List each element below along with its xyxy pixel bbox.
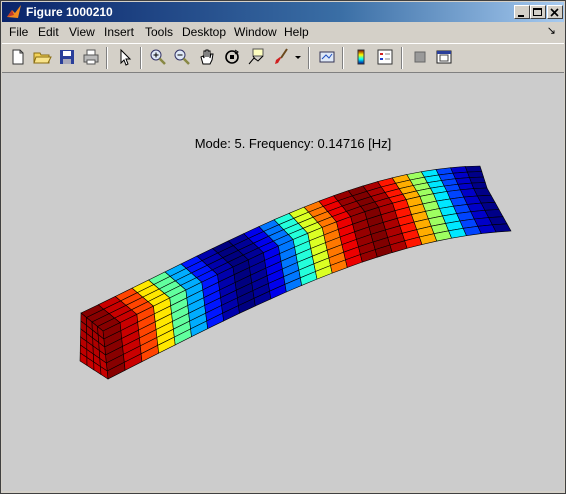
brush-dropdown-icon[interactable]	[293, 47, 303, 67]
pan-hand-icon[interactable]	[197, 47, 217, 67]
toolbar-separator	[401, 47, 403, 69]
zoom-out-icon[interactable]	[172, 47, 192, 67]
legend-icon[interactable]	[375, 47, 395, 67]
minimize-icon	[518, 15, 524, 17]
toolbar-separator	[106, 47, 108, 69]
matlab-logo-icon	[7, 5, 21, 18]
zoom-in-icon[interactable]	[148, 47, 168, 67]
link-plot-icon[interactable]	[317, 47, 337, 67]
menu-help[interactable]: Help	[284, 25, 309, 39]
select-arrow-icon[interactable]	[115, 47, 135, 67]
show-plot-tools-icon[interactable]	[434, 47, 454, 67]
close-icon	[550, 8, 559, 17]
menu-tools[interactable]: Tools	[145, 25, 173, 39]
maximize-icon	[533, 8, 542, 16]
print-icon[interactable]	[81, 47, 101, 67]
menu-view[interactable]: View	[69, 25, 95, 39]
figure-window: Figure 1000210 File Edit View Insert Too…	[0, 0, 566, 494]
menu-edit[interactable]: Edit	[38, 25, 59, 39]
mesh-element	[488, 216, 508, 226]
mesh-element	[469, 176, 486, 184]
minimize-button[interactable]	[514, 5, 530, 19]
toolbar-separator	[308, 47, 310, 69]
menu-bar: File Edit View Insert Tools Desktop Wind…	[2, 22, 564, 42]
new-figure-icon[interactable]	[8, 47, 28, 67]
menu-window[interactable]: Window	[234, 25, 277, 39]
mesh-element	[491, 223, 512, 233]
hide-plot-tools-icon[interactable]	[410, 47, 430, 67]
brush-icon[interactable]	[272, 47, 292, 67]
figure-toolbar	[2, 43, 564, 73]
maximize-button[interactable]	[530, 5, 546, 19]
open-file-icon[interactable]	[32, 47, 52, 67]
menu-file[interactable]: File	[9, 25, 28, 39]
mesh-element	[464, 165, 483, 173]
beam-mode-shape-plot	[79, 165, 512, 380]
close-button[interactable]	[547, 5, 563, 19]
figure-canvas[interactable]: Mode: 5. Frequency: 0.14716 [Hz]	[2, 73, 564, 491]
data-cursor-icon[interactable]	[246, 47, 266, 67]
colorbar-icon[interactable]	[351, 47, 371, 67]
title-bar[interactable]: Figure 1000210	[2, 2, 564, 22]
toolbar-separator	[342, 47, 344, 69]
toolbar-separator	[140, 47, 142, 69]
rotate-3d-icon[interactable]	[222, 47, 242, 67]
mesh-element	[471, 182, 488, 189]
window-title: Figure 1000210	[26, 5, 113, 19]
menu-desktop[interactable]: Desktop	[182, 25, 226, 39]
menu-dock-arrow-icon[interactable]: ↘	[547, 24, 556, 37]
menu-insert[interactable]: Insert	[104, 25, 134, 39]
mesh-element	[466, 171, 484, 178]
save-icon[interactable]	[57, 47, 77, 67]
